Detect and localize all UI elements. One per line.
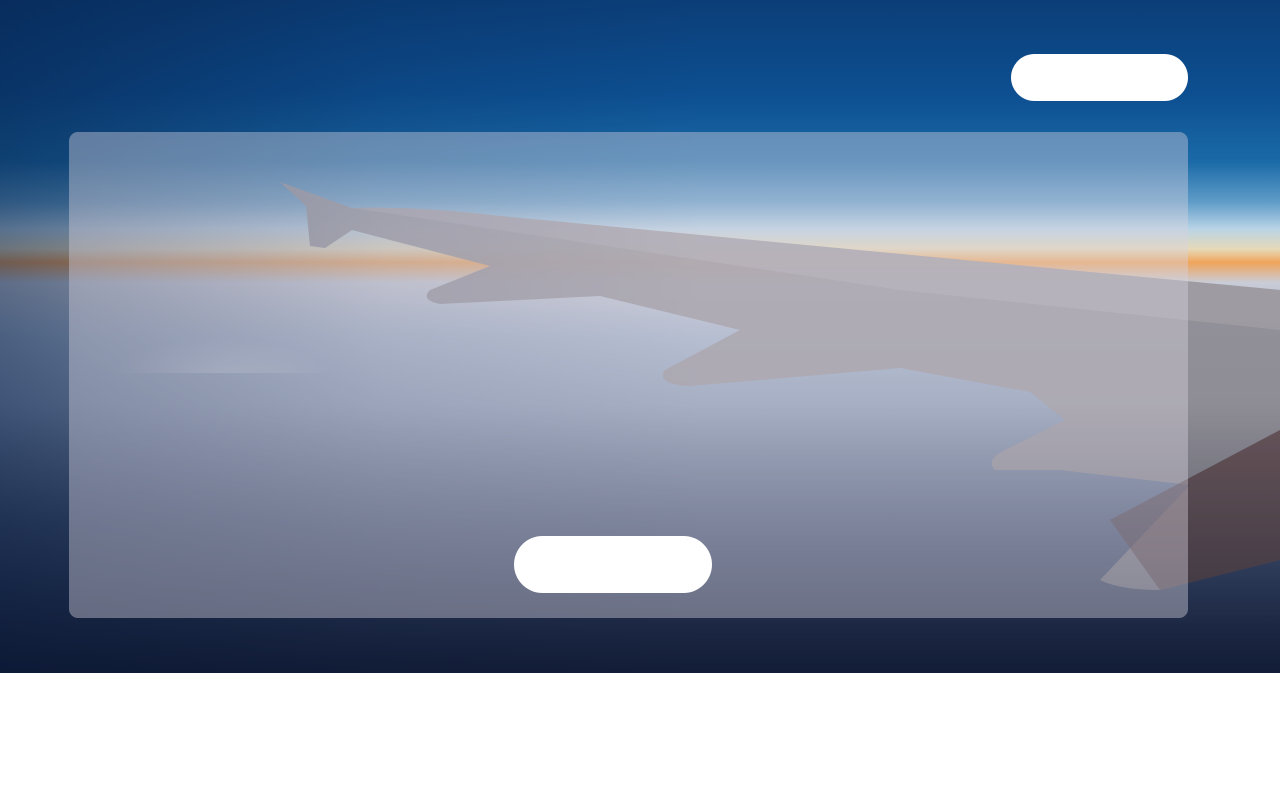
header-action-button[interactable] (1011, 54, 1188, 101)
card-primary-button[interactable] (514, 536, 712, 593)
page-footer (0, 673, 1280, 800)
